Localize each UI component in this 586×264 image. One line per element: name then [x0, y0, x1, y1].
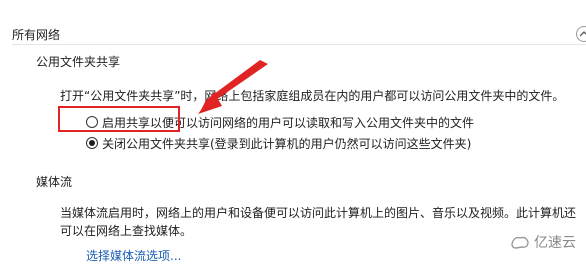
watermark-logo-icon — [510, 234, 530, 250]
watermark: 亿速云 — [510, 232, 576, 252]
annotation-arrow-icon — [198, 60, 268, 114]
watermark-text: 亿速云 — [534, 235, 576, 251]
